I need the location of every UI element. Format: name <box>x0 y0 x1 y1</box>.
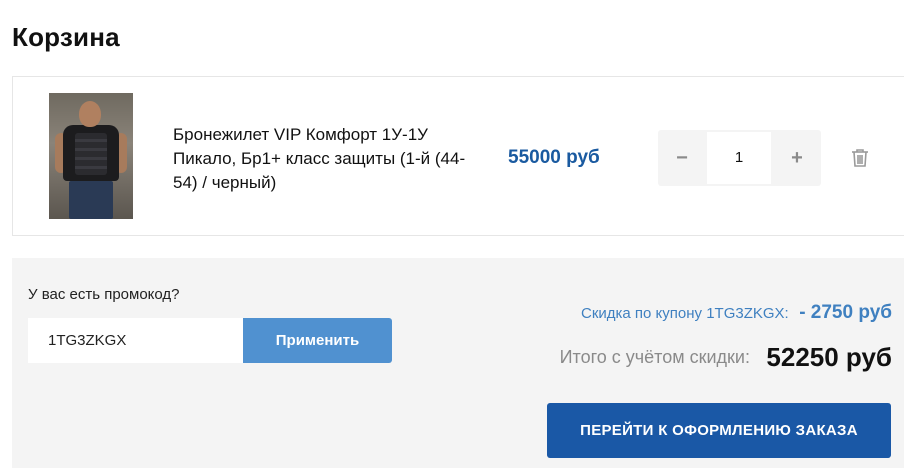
increase-quantity-button[interactable]: + <box>773 130 821 186</box>
discount-row: Скидка по купону 1TG3ZKGX: - 2750 руб <box>581 302 892 324</box>
trash-icon[interactable] <box>849 147 871 169</box>
quantity-stepper: − 1 + <box>658 130 821 186</box>
cart-item: Бронежилет VIP Комфорт 1У-1У Пикало, Бр1… <box>12 76 904 236</box>
product-image[interactable] <box>49 93 133 219</box>
discount-value: - 2750 руб <box>799 302 892 323</box>
quantity-input[interactable]: 1 <box>707 132 771 184</box>
checkout-button[interactable]: ПЕРЕЙТИ К ОФОРМЛЕНИЮ ЗАКАЗА <box>547 403 891 458</box>
apply-promo-button[interactable]: Применить <box>243 318 392 363</box>
discount-label: Скидка по купону 1TG3ZKGX: <box>581 305 789 322</box>
total-row: Итого с учётом скидки: 52250 руб <box>560 342 892 373</box>
promo-label: У вас есть промокод? <box>28 286 180 303</box>
page-title: Корзина <box>12 22 120 52</box>
total-value: 52250 руб <box>766 342 892 372</box>
total-label: Итого с учётом скидки: <box>559 347 750 367</box>
order-summary: У вас есть промокод? Применить Скидка по… <box>12 258 904 468</box>
decrease-quantity-button[interactable]: − <box>658 130 706 186</box>
promo-code-input[interactable] <box>28 318 243 363</box>
product-price: 55000 руб <box>508 147 600 168</box>
product-name-link[interactable]: Бронежилет VIP Комфорт 1У-1У Пикало, Бр1… <box>173 123 473 195</box>
